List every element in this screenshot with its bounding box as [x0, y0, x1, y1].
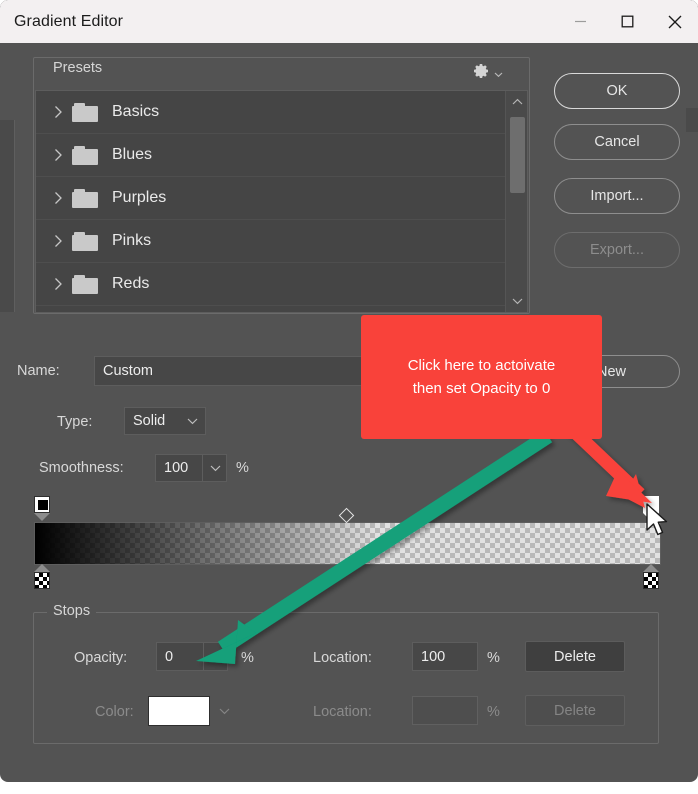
- opacity-unit: %: [241, 650, 254, 666]
- title-bar: Gradient Editor: [0, 0, 698, 43]
- color-arrow: [213, 696, 235, 726]
- stops-legend: Stops: [47, 603, 97, 619]
- opacity-delete-button[interactable]: Delete: [525, 641, 625, 672]
- preset-label: Reds: [112, 275, 150, 292]
- midpoint-diamond-icon[interactable]: [338, 507, 355, 524]
- name-label: Name:: [17, 363, 60, 379]
- color-location-unit: %: [487, 704, 500, 720]
- presets-menu-button[interactable]: [471, 60, 511, 82]
- chevron-down-icon: [210, 465, 220, 472]
- folder-icon: [72, 231, 98, 251]
- type-select-arrow[interactable]: [180, 407, 205, 435]
- chevron-down-icon: [494, 72, 503, 77]
- presets-list[interactable]: Basics Blues Purples Pinks Reds: [35, 90, 528, 313]
- preset-row-basics[interactable]: Basics: [36, 91, 527, 134]
- expand-chevron[interactable]: [44, 105, 72, 119]
- color-stop-swatch: [34, 572, 50, 589]
- type-label: Type:: [57, 414, 93, 430]
- presets-legend: Presets: [47, 60, 109, 76]
- color-label: Color:: [95, 704, 134, 720]
- expand-chevron[interactable]: [44, 191, 72, 205]
- chevron-right-icon: [54, 192, 62, 204]
- chevron-right-icon: [54, 235, 62, 247]
- folder-icon: [72, 102, 98, 122]
- stop-pointer: [34, 513, 50, 521]
- opacity-stop-left[interactable]: [34, 496, 50, 521]
- smoothness-unit: %: [236, 460, 249, 476]
- color-stop-right[interactable]: [643, 564, 659, 589]
- chevron-right-icon: [54, 278, 62, 290]
- color-stop-left[interactable]: [34, 564, 50, 589]
- opacity-location-unit: %: [487, 650, 500, 666]
- gear-icon: [474, 64, 488, 78]
- chevron-down-icon: [187, 418, 198, 425]
- expand-chevron[interactable]: [44, 234, 72, 248]
- chevron-up-icon: [512, 98, 522, 105]
- scroll-up-button[interactable]: [506, 91, 527, 113]
- color-location-label: Location:: [313, 704, 372, 720]
- color-location-input: [412, 696, 478, 725]
- folder-icon: [72, 145, 98, 165]
- preset-row-reds[interactable]: Reds: [36, 263, 527, 306]
- gradient-preview-bar[interactable]: [34, 522, 661, 565]
- left-edge-artifact: [0, 120, 15, 312]
- window-controls: [557, 0, 698, 43]
- presets-scrollbar[interactable]: [505, 91, 527, 312]
- color-swatch: [148, 696, 210, 726]
- expand-chevron[interactable]: [44, 148, 72, 162]
- right-edge-artifact: [686, 108, 698, 132]
- minimize-button[interactable]: [557, 0, 604, 43]
- mouse-pointer-icon: [646, 503, 668, 536]
- close-icon: [668, 15, 681, 28]
- preset-row-pinks[interactable]: Pinks: [36, 220, 527, 263]
- maximize-icon: [621, 15, 634, 28]
- color-delete-button: Delete: [525, 695, 625, 726]
- callout-box: Click here to actoivate then set Opacity…: [361, 315, 602, 439]
- callout-line-1: Click here to actoivate: [407, 356, 556, 374]
- folder-icon: [72, 188, 98, 208]
- export-button: Export...: [554, 232, 680, 268]
- opacity-location-label: Location:: [313, 650, 372, 666]
- scrollbar-thumb[interactable]: [510, 117, 525, 193]
- maximize-button[interactable]: [604, 0, 651, 43]
- chevron-down-icon: [219, 708, 229, 715]
- preset-row-purples[interactable]: Purples: [36, 177, 527, 220]
- window-title: Gradient Editor: [14, 12, 124, 30]
- preset-label: Blues: [112, 146, 153, 163]
- smoothness-arrow[interactable]: [202, 454, 227, 482]
- scroll-down-button[interactable]: [506, 290, 527, 312]
- folder-icon: [72, 274, 98, 294]
- chevron-down-icon: [512, 298, 522, 305]
- opacity-label: Opacity:: [74, 650, 128, 666]
- color-stop-swatch: [643, 572, 659, 589]
- preset-row-blues[interactable]: Blues: [36, 134, 527, 177]
- stop-pointer: [643, 564, 659, 572]
- opacity-stop-swatch: [34, 496, 50, 513]
- chevron-right-icon: [54, 106, 62, 118]
- close-button[interactable]: [651, 0, 698, 43]
- chevron-right-icon: [54, 149, 62, 161]
- expand-chevron[interactable]: [44, 277, 72, 291]
- preset-label: Basics: [112, 103, 160, 120]
- opacity-arrow[interactable]: [203, 642, 228, 671]
- gradient-editor-window: Gradient Editor Presets Basics Blues Pur…: [0, 0, 698, 782]
- stop-pointer: [34, 564, 50, 572]
- minimize-icon: [575, 20, 586, 23]
- cancel-button[interactable]: Cancel: [554, 124, 680, 160]
- left-edge-divider: [14, 120, 15, 312]
- callout-line-2: then set Opacity to 0: [412, 380, 551, 397]
- opacity-location-input[interactable]: 100: [412, 642, 478, 671]
- smoothness-label: Smoothness:: [39, 460, 124, 476]
- import-button[interactable]: Import...: [554, 178, 680, 214]
- ok-button[interactable]: OK: [554, 73, 680, 109]
- preset-label: Pinks: [112, 232, 152, 249]
- preset-label: Purples: [112, 189, 167, 206]
- chevron-down-icon: [211, 654, 221, 660]
